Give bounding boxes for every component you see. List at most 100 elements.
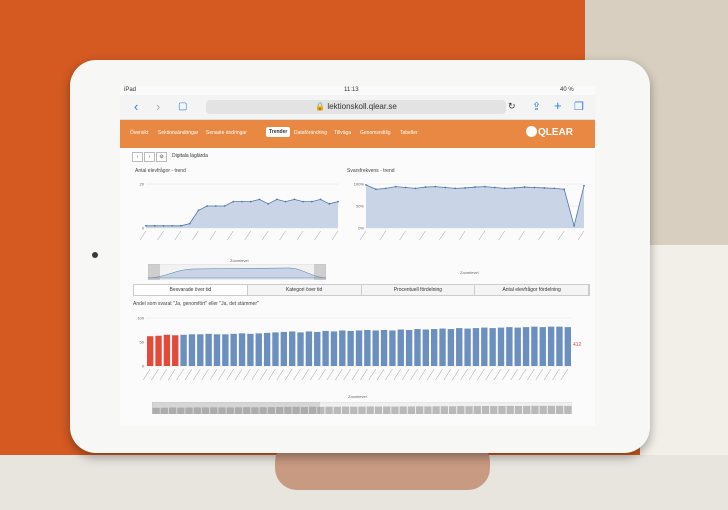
bar xyxy=(222,334,229,366)
tab-tillväga[interactable]: Tillväga xyxy=(334,130,351,136)
y-tick-label: 0% xyxy=(358,226,364,231)
bar xyxy=(230,333,237,366)
data-point xyxy=(162,224,165,227)
x-tick-mark xyxy=(226,368,234,381)
x-tick-mark xyxy=(368,368,376,381)
reload-icon[interactable]: ↻ xyxy=(508,101,516,112)
tabs-icon[interactable]: ❐ xyxy=(574,100,584,113)
prev-button[interactable]: ‹ xyxy=(132,152,143,162)
bar xyxy=(322,330,329,366)
x-tick-mark xyxy=(261,230,269,241)
x-tick-mark xyxy=(314,230,321,241)
data-point xyxy=(258,198,261,201)
x-tick-mark xyxy=(310,368,318,381)
data-point xyxy=(302,200,304,203)
x-tick-mark xyxy=(192,230,199,241)
data-point xyxy=(513,187,516,189)
bar xyxy=(464,328,471,366)
forward-icon[interactable]: › xyxy=(156,99,160,114)
subtab-4[interactable]: Antal elevfrågor fördelning xyxy=(475,285,589,295)
x-tick-mark xyxy=(426,368,435,381)
x-tick-mark xyxy=(419,230,426,241)
y-tick-label: 100% xyxy=(354,182,365,187)
navigator-bar xyxy=(465,406,473,414)
navigator-bar xyxy=(424,406,432,414)
x-tick-mark xyxy=(401,368,410,381)
tab-översikt[interactable]: Översikt xyxy=(130,130,148,136)
navigator-bar xyxy=(399,406,407,414)
data-point xyxy=(310,200,313,203)
x-tick-mark xyxy=(268,368,276,381)
bar xyxy=(447,329,455,366)
subtab-1[interactable]: Besvarade över tid xyxy=(134,285,248,295)
x-tick-mark xyxy=(439,230,446,241)
x-tick-mark xyxy=(527,368,535,381)
next-button[interactable]: › xyxy=(144,152,155,162)
bar xyxy=(180,334,187,366)
bar xyxy=(531,326,538,366)
x-tick-mark xyxy=(284,368,293,381)
tab-dataförändring[interactable]: Dataförändring xyxy=(294,130,327,136)
bar xyxy=(355,330,363,366)
back-icon[interactable]: ‹ xyxy=(134,99,138,114)
settings-icon[interactable]: ⚙ xyxy=(156,152,167,162)
x-tick-mark xyxy=(399,230,406,241)
data-point xyxy=(394,185,397,188)
tab-trender[interactable]: Trender xyxy=(266,127,291,137)
x-tick-mark xyxy=(174,230,182,241)
data-point xyxy=(214,205,217,207)
data-point xyxy=(180,224,182,227)
bar xyxy=(514,327,521,366)
bar xyxy=(280,331,287,366)
share-icon[interactable]: ⇪ xyxy=(532,100,541,113)
data-point xyxy=(267,202,270,205)
logo-icon xyxy=(526,126,537,137)
tab-tabeller[interactable]: Tabeller xyxy=(400,130,418,136)
x-tick-mark xyxy=(557,230,565,241)
left-trend-chart: 20 0 xyxy=(140,182,339,241)
x-tick-mark xyxy=(159,368,168,381)
navigator-bar xyxy=(358,406,366,414)
x-tick-mark xyxy=(560,368,569,381)
url-bar[interactable]: 🔒 lektionskoll.qlear.se xyxy=(206,100,506,114)
bookmarks-icon[interactable]: ▢ xyxy=(178,101,187,112)
tablet-camera xyxy=(92,252,98,258)
data-point xyxy=(414,187,417,190)
range-navigator[interactable] xyxy=(148,264,326,280)
bar xyxy=(489,328,496,366)
x-tick-mark xyxy=(318,368,326,381)
bottom-range-navigator[interactable] xyxy=(152,402,572,414)
bar xyxy=(364,330,371,366)
x-tick-mark xyxy=(379,230,387,241)
data-point xyxy=(434,185,437,188)
navigator-bar xyxy=(539,405,547,414)
x-tick-mark xyxy=(293,368,301,381)
data-point xyxy=(145,224,147,227)
navigator-bar xyxy=(350,406,358,414)
data-point xyxy=(444,186,447,189)
tab-genomsnittlig[interactable]: Genomsnittlig xyxy=(360,130,391,136)
tab-sektionsändringar[interactable]: Sektionsändringar xyxy=(158,130,198,136)
data-point xyxy=(293,198,296,201)
navigator-bar xyxy=(366,406,374,414)
subtab-3[interactable]: Procentuell fördelning xyxy=(362,285,476,295)
battery: 40 % xyxy=(560,87,574,93)
data-point xyxy=(563,188,566,191)
bar xyxy=(522,327,530,366)
navigator-bar xyxy=(391,406,399,414)
x-tick-mark xyxy=(227,230,234,241)
data-point xyxy=(543,187,546,189)
data-point xyxy=(153,224,156,227)
x-tick-mark xyxy=(157,230,164,241)
x-tick-mark xyxy=(296,230,304,241)
x-tick-mark xyxy=(502,368,510,381)
new-tab-icon[interactable]: + xyxy=(554,98,562,113)
navigator-bar xyxy=(473,406,481,414)
x-tick-mark xyxy=(184,368,193,381)
tab-senaste-ändringar[interactable]: Senaste ändringar xyxy=(206,130,247,136)
data-point xyxy=(171,224,174,227)
subtab-2[interactable]: Kategori över tid xyxy=(248,285,362,295)
url-text: lektionskoll.qlear.se xyxy=(327,102,397,111)
x-tick-mark xyxy=(234,368,243,381)
x-tick-mark xyxy=(385,368,393,381)
